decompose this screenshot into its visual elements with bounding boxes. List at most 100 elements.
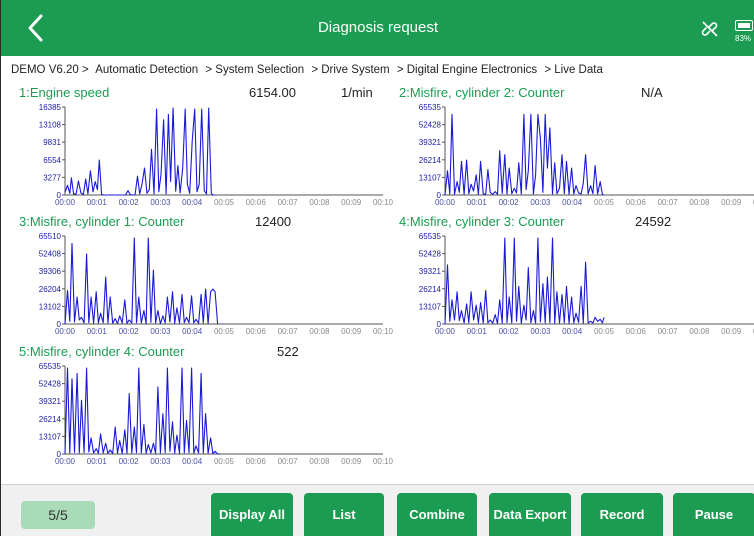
series-line (64, 367, 221, 455)
x-tick-label: 00:08 (309, 327, 330, 336)
x-tick-label: 00:10 (373, 457, 394, 466)
y-tick-label: 9831 (43, 138, 61, 147)
x-tick-label: 00:08 (689, 198, 710, 207)
battery-indicator: 83% (735, 20, 753, 46)
x-tick-label: 00:05 (594, 198, 615, 207)
y-tick-label: 26204 (39, 285, 62, 294)
panel-value: 12400 (255, 214, 292, 229)
panel-name: 5:Misfire, cylinder 4: Counter (19, 344, 185, 359)
y-tick-label: 13107 (419, 302, 442, 311)
pause-button[interactable]: Pause (673, 493, 754, 536)
x-tick-label: 00:03 (530, 327, 551, 336)
x-tick-label: 00:09 (721, 198, 742, 207)
x-tick-label: 00:05 (214, 457, 235, 466)
series-line (64, 107, 216, 196)
list-button[interactable]: List (304, 493, 384, 536)
y-tick-label: 39321 (419, 267, 442, 276)
x-tick-label: 00:05 (214, 327, 235, 336)
x-tick-label: 00:04 (182, 457, 203, 466)
x-tick-label: 00:02 (499, 198, 520, 207)
x-tick-label: 00:03 (150, 457, 171, 466)
title-bar: Diagnosis request 83% (1, 0, 754, 56)
x-tick-label: 00:02 (499, 327, 520, 336)
line-chart: 6551052408393062620413102000:00 00:01 00:0… (39, 232, 394, 336)
x-tick-label: 00:08 (689, 327, 710, 336)
x-tick-label: 00:03 (150, 327, 171, 336)
x-tick-label: 00:06 (246, 198, 267, 207)
page-indicator[interactable]: 5/5 (21, 501, 95, 529)
line-chart: 6553552428393212621413107000:00 00:01 00:0… (419, 232, 754, 336)
breadcrumb-item: > Drive System (311, 64, 390, 76)
y-tick-label: 39306 (39, 267, 62, 276)
x-tick-label: 00:01 (467, 198, 488, 207)
live-data-panel-misfire-cyl3[interactable]: 4:Misfire, cylinder 3: Counter 24592 655… (399, 214, 754, 344)
y-tick-label: 39321 (39, 397, 62, 406)
x-tick-label: 00:08 (309, 457, 330, 466)
y-tick-label: 65535 (39, 362, 62, 371)
panel-value: 6154.00 (249, 85, 296, 100)
line-chart: 1638513108983165543277000:00 00:01 00:02 00… (39, 103, 394, 207)
live-data-panel-misfire-cyl2[interactable]: 2:Misfire, cylinder 2: Counter N/A 65535… (399, 85, 754, 215)
y-tick-label: 13107 (39, 432, 62, 441)
y-tick-label: 65510 (39, 232, 62, 241)
y-tick-label: 52428 (419, 250, 442, 259)
panel-value: 522 (277, 344, 299, 359)
record-button[interactable]: Record (581, 493, 663, 536)
data-export-button[interactable]: Data Export (489, 493, 571, 536)
y-tick-label: 26214 (39, 415, 62, 424)
x-tick-label: 00:07 (278, 457, 299, 466)
breadcrumb: DEMO V6.20 > Automatic Detection > Syste… (11, 60, 754, 80)
panel-value: 24592 (635, 214, 672, 229)
x-tick-label: 00:03 (150, 198, 171, 207)
combine-button[interactable]: Combine (397, 493, 477, 536)
bottom-toolbar: 5/5 Display All List Combine Data Export… (1, 484, 754, 536)
x-tick-label: 00:10 (373, 327, 394, 336)
x-tick-label: 00:06 (626, 198, 647, 207)
breadcrumb-item: Automatic Detection (95, 64, 199, 76)
breadcrumb-item: > System Selection (205, 64, 305, 76)
y-tick-label: 13107 (419, 173, 442, 182)
y-tick-label: 39321 (419, 138, 442, 147)
x-tick-label: 00:00 (435, 327, 456, 336)
battery-fill (737, 22, 750, 28)
x-tick-label: 00:00 (55, 457, 76, 466)
live-data-panel-engine-speed[interactable]: 1:Engine speed 6154.00 1/min 16385 13108 9… (19, 85, 395, 215)
panel-unit: 1/min (341, 85, 373, 100)
x-tick-label: 00:01 (87, 327, 108, 336)
x-tick-label: 00:01 (87, 198, 108, 207)
y-tick-label: 13108 (39, 121, 62, 130)
line-chart: 6553552428393212621413107000:00 00:01 00:0… (419, 103, 754, 207)
x-tick-label: 00:04 (562, 198, 583, 207)
x-tick-label: 00:04 (182, 198, 203, 207)
panel-value: N/A (641, 85, 663, 100)
y-tick-label: 16385 (39, 103, 62, 112)
breadcrumb-item: > Digital Engine Electronics (396, 64, 538, 76)
x-tick-label: 00:06 (246, 457, 267, 466)
panel-name: 3:Misfire, cylinder 1: Counter (19, 214, 185, 229)
x-tick-label: 00:02 (119, 327, 140, 336)
series-line (64, 237, 219, 325)
live-data-panel-misfire-cyl4[interactable]: 5:Misfire, cylinder 4: Counter 522 65535… (19, 344, 395, 474)
panel-name: 1:Engine speed (19, 85, 110, 100)
y-tick-label: 52408 (39, 250, 62, 259)
panel-name: 2:Misfire, cylinder 2: Counter (399, 85, 565, 100)
x-tick-label: 00:03 (530, 198, 551, 207)
x-tick-label: 00:05 (594, 327, 615, 336)
x-tick-label: 00:09 (721, 327, 742, 336)
x-tick-label: 00:00 (55, 198, 76, 207)
breadcrumb-item: DEMO V6.20 > (11, 64, 89, 76)
battery-percent: 83% (735, 34, 752, 43)
x-tick-label: 00:02 (119, 198, 140, 207)
page-title: Diagnosis request (317, 19, 439, 36)
live-data-panel-misfire-cyl1[interactable]: 3:Misfire, cylinder 1: Counter 12400 655… (19, 214, 395, 344)
y-tick-label: 6554 (43, 156, 61, 165)
series-line (444, 237, 605, 325)
series-line (444, 113, 605, 196)
display-all-button[interactable]: Display All (211, 493, 293, 536)
line-chart: 6553552428393212621413107000:00 00:01 00:0… (39, 362, 394, 466)
x-tick-label: 00:01 (87, 457, 108, 466)
y-tick-label: 52428 (419, 121, 442, 130)
x-tick-label: 00:07 (278, 198, 299, 207)
y-tick-label: 3277 (43, 173, 61, 182)
breadcrumb-item: > Live Data (544, 64, 603, 76)
